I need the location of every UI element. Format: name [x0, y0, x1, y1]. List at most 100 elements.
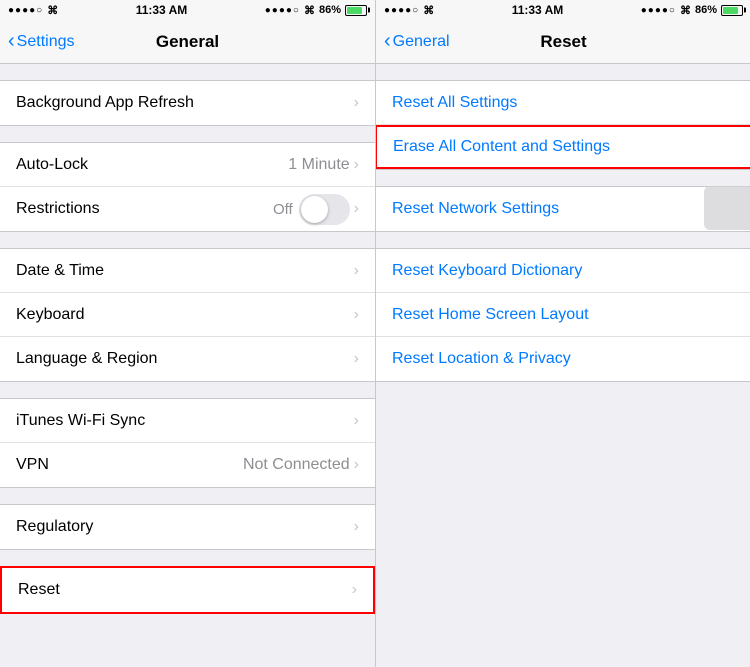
background-app-refresh-chevron: ›: [354, 94, 359, 112]
right-nav-title: Reset: [540, 32, 586, 52]
vpn-value: Not Connected: [243, 456, 350, 474]
left-section-3-group: Date & Time › Keyboard › Language & Regi…: [0, 248, 375, 382]
left-section-5-group: Regulatory ›: [0, 504, 375, 550]
left-section-1-group: Background App Refresh ›: [0, 80, 375, 126]
left-back-chevron-icon: ‹: [8, 31, 15, 51]
keyboard-row[interactable]: Keyboard ›: [0, 293, 375, 337]
right-section-3: Reset Keyboard Dictionary Reset Home Scr…: [376, 248, 750, 382]
left-section-2: Auto-Lock 1 Minute › Restrictions Off ›: [0, 142, 375, 232]
carrier-signal-icon: ●●●●○: [265, 5, 300, 16]
erase-all-content-row[interactable]: Erase All Content and Settings: [376, 125, 750, 169]
right-status-bar-left: ●●●●○ ⌘: [384, 4, 434, 17]
auto-lock-value: 1 Minute: [288, 156, 349, 174]
regulatory-chevron: ›: [354, 518, 359, 536]
right-section-3-group: Reset Keyboard Dictionary Reset Home Scr…: [376, 248, 750, 382]
date-time-chevron: ›: [354, 262, 359, 280]
date-time-label: Date & Time: [16, 262, 354, 280]
right-panel-content: Reset All Settings Erase All Content and…: [376, 64, 750, 667]
left-section-2-group: Auto-Lock 1 Minute › Restrictions Off ›: [0, 142, 375, 232]
right-time: 11:33 AM: [512, 3, 564, 17]
language-region-label: Language & Region: [16, 350, 354, 368]
reset-all-settings-row[interactable]: Reset All Settings: [376, 81, 750, 125]
right-status-bar-right: ●●●●○ ⌘ 86%: [641, 4, 743, 17]
right-section-1: Reset All Settings Erase All Content and…: [376, 80, 750, 170]
itunes-wifi-row[interactable]: iTunes Wi-Fi Sync ›: [0, 399, 375, 443]
regulatory-row[interactable]: Regulatory ›: [0, 505, 375, 549]
right-carrier-icon: ●●●●○: [641, 5, 676, 16]
right-section-2-group: Reset Network Settings: [376, 186, 750, 232]
left-status-bar: ●●●●○ ⌘ 11:33 AM ●●●●○ ⌘ 86%: [0, 0, 375, 20]
battery-icon-right: [721, 5, 743, 16]
left-back-button[interactable]: ‹ Settings: [8, 32, 74, 51]
restrictions-row[interactable]: Restrictions Off ›: [0, 187, 375, 231]
restrictions-toggle[interactable]: [299, 194, 350, 225]
battery-percent-left: 86%: [319, 4, 341, 16]
right-signal-icon: ●●●●○: [384, 5, 419, 16]
left-panel-content: Background App Refresh › Auto-Lock 1 Min…: [0, 64, 375, 667]
language-region-chevron: ›: [354, 350, 359, 368]
date-time-row[interactable]: Date & Time ›: [0, 249, 375, 293]
left-status-bar-right: ●●●●○ ⌘ 86%: [265, 4, 367, 17]
battery-fill-left: [347, 7, 362, 14]
wifi-right-icon: ⌘: [304, 4, 315, 17]
battery-fill-right: [723, 7, 738, 14]
reset-network-label: Reset Network Settings: [392, 200, 735, 218]
reset-location-label: Reset Location & Privacy: [392, 350, 735, 368]
reset-chevron: ›: [352, 581, 357, 599]
restrictions-label: Restrictions: [16, 200, 273, 218]
right-nav-bar: ‹ General Reset: [376, 20, 750, 64]
vpn-chevron: ›: [354, 456, 359, 474]
restrictions-chevron: ›: [354, 200, 359, 218]
auto-lock-chevron: ›: [354, 156, 359, 174]
restrictions-value: Off: [273, 201, 293, 218]
right-section-1-group: Reset All Settings Erase All Content and…: [376, 80, 750, 170]
left-section-5: Regulatory ›: [0, 504, 375, 550]
auto-lock-label: Auto-Lock: [16, 156, 288, 174]
battery-percent-right: 86%: [695, 4, 717, 16]
erase-all-content-label: Erase All Content and Settings: [393, 138, 734, 156]
left-section-3: Date & Time › Keyboard › Language & Regi…: [0, 248, 375, 382]
reset-home-screen-row[interactable]: Reset Home Screen Layout: [376, 293, 750, 337]
reset-row[interactable]: Reset ›: [2, 568, 373, 612]
keyboard-chevron: ›: [354, 306, 359, 324]
reset-keyboard-label: Reset Keyboard Dictionary: [392, 262, 735, 280]
reset-label: Reset: [18, 581, 352, 599]
reset-all-settings-label: Reset All Settings: [392, 94, 735, 112]
left-time: 11:33 AM: [136, 3, 188, 17]
left-section-6: Reset ›: [0, 566, 375, 614]
reset-home-screen-label: Reset Home Screen Layout: [392, 306, 735, 324]
left-section-6-group: Reset ›: [0, 566, 375, 614]
auto-lock-row[interactable]: Auto-Lock 1 Minute ›: [0, 143, 375, 187]
left-nav-bar: ‹ Settings General: [0, 20, 375, 64]
right-status-bar: ●●●●○ ⌘ 11:33 AM ●●●●○ ⌘ 86%: [376, 0, 750, 20]
reset-network-row[interactable]: Reset Network Settings: [376, 187, 750, 231]
keyboard-label: Keyboard: [16, 306, 354, 324]
restrictions-toggle-thumb: [301, 196, 328, 223]
left-section-1: Background App Refresh ›: [0, 80, 375, 126]
background-app-refresh-row[interactable]: Background App Refresh ›: [0, 81, 375, 125]
right-panel: ●●●●○ ⌘ 11:33 AM ●●●●○ ⌘ 86% ‹ General R…: [376, 0, 750, 667]
right-back-button[interactable]: ‹ General: [384, 32, 450, 51]
scroll-preview-overlay: [704, 186, 750, 230]
background-app-refresh-label: Background App Refresh: [16, 94, 354, 112]
itunes-wifi-label: iTunes Wi-Fi Sync: [16, 412, 354, 430]
signal-icon: ●●●●○: [8, 5, 43, 16]
right-back-chevron-icon: ‹: [384, 31, 391, 51]
left-status-bar-left: ●●●●○ ⌘: [8, 4, 58, 17]
right-back-label: General: [393, 33, 450, 51]
language-region-row[interactable]: Language & Region ›: [0, 337, 375, 381]
vpn-label: VPN: [16, 456, 243, 474]
left-section-4: iTunes Wi-Fi Sync › VPN Not Connected ›: [0, 398, 375, 488]
battery-icon-left: [345, 5, 367, 16]
right-wifi-icon: ⌘: [423, 4, 434, 17]
right-wifi-right-icon: ⌘: [680, 4, 691, 17]
reset-location-row[interactable]: Reset Location & Privacy: [376, 337, 750, 381]
wifi-icon: ⌘: [47, 4, 58, 17]
itunes-wifi-chevron: ›: [354, 412, 359, 430]
left-section-4-group: iTunes Wi-Fi Sync › VPN Not Connected ›: [0, 398, 375, 488]
reset-keyboard-row[interactable]: Reset Keyboard Dictionary: [376, 249, 750, 293]
left-nav-title: General: [156, 32, 219, 52]
regulatory-label: Regulatory: [16, 518, 354, 536]
vpn-row[interactable]: VPN Not Connected ›: [0, 443, 375, 487]
right-section-2: Reset Network Settings: [376, 186, 750, 232]
